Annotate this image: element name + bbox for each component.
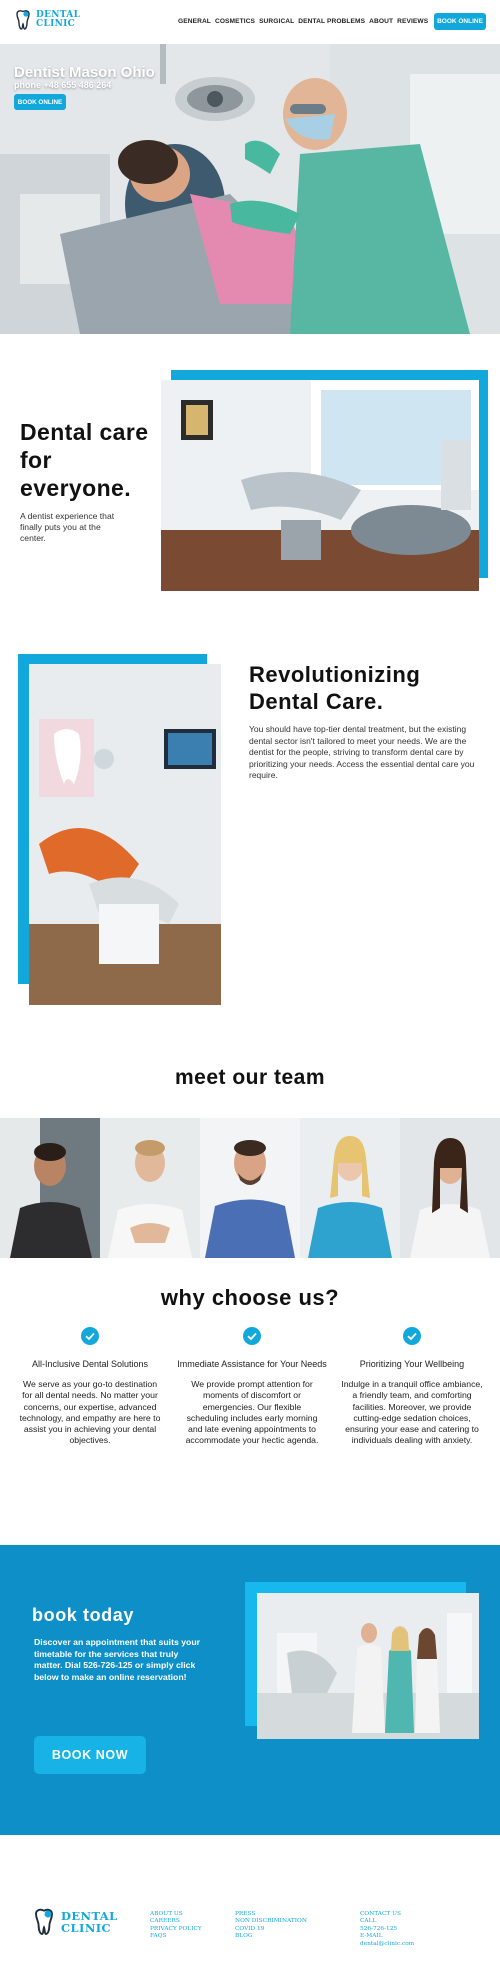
check-icon — [243, 1327, 261, 1345]
footer-link-press[interactable]: PRESS — [235, 1911, 307, 1918]
tooth-logo-icon — [35, 1908, 53, 1935]
header-book-online-button[interactable]: BOOK ONLINE — [434, 13, 486, 30]
why-item: Prioritizing Your Wellbeing Indulge in a… — [337, 1327, 487, 1447]
nav-cosmetics[interactable]: COSMETICS — [215, 18, 255, 25]
check-icon — [403, 1327, 421, 1345]
hero-phone: phone +48 655 486 264 — [14, 80, 112, 90]
revolution-title: Revolutionizing Dental Care. — [249, 662, 421, 714]
why-item-text: Indulge in a tranquil office ambiance, a… — [341, 1379, 483, 1446]
team-title: meet our team — [174, 1066, 326, 1089]
book-title: book today — [32, 1605, 135, 1625]
intro-title: Dental care for everyone. — [20, 419, 149, 501]
why-item-text: We serve as your go-to destination for a… — [19, 1379, 161, 1446]
book-section: book today Discover an appointment that … — [0, 1545, 500, 1835]
footer-link-blog[interactable]: BLOG — [235, 1933, 307, 1940]
book-now-button[interactable]: BOOK NOW — [34, 1736, 146, 1774]
footer-link-non-discrimination[interactable]: NON DISCRIMINATION — [235, 1918, 307, 1925]
site-header: DENTAL CLINIC GENERAL COSMETICS SURGICAL… — [0, 0, 500, 44]
tooth-logo-icon — [16, 10, 30, 30]
why-item-text: We provide prompt attention for moments … — [185, 1379, 319, 1446]
footer-links-col3: CONTACT US CALL 526-726-125 E-MAIL denta… — [360, 1911, 414, 1948]
hero-book-online-button[interactable]: BOOK ONLINE — [14, 94, 66, 110]
footer-link-covid-19[interactable]: COVID 19 — [235, 1926, 307, 1933]
footer-link-careers[interactable]: CAREERS — [150, 1918, 202, 1925]
hero-title: Dentist Mason Ohio — [14, 64, 155, 81]
footer-link-contact-us[interactable]: CONTACT US — [360, 1911, 414, 1918]
nav-dental-problems[interactable]: DENTAL PROBLEMS — [298, 18, 365, 25]
team-member-photo — [200, 1118, 300, 1258]
footer-email[interactable]: dental@clinic.com — [360, 1941, 414, 1948]
footer-link-about-us[interactable]: ABOUT US — [150, 1911, 202, 1918]
why-title: why choose us? — [160, 1285, 340, 1310]
revolution-clinic-image — [29, 664, 221, 1005]
why-item: All-Inclusive Dental Solutions We serve … — [15, 1327, 165, 1447]
team-member-photo — [300, 1118, 400, 1258]
team-member-photo — [400, 1118, 500, 1258]
hero-section: Dentist Mason Ohio phone +48 655 486 264… — [0, 44, 500, 334]
why-item-heading: All-Inclusive Dental Solutions — [31, 1359, 149, 1369]
site-footer: DENTAL CLINIC ABOUT US CAREERS PRIVACY P… — [0, 1835, 500, 1976]
footer-call-label: CALL — [360, 1918, 377, 1925]
footer-logo-line2: CLINIC — [61, 1921, 112, 1935]
team-member-photo — [0, 1118, 100, 1258]
footer-links-col2: PRESS NON DISCRIMINATION COVID 19 BLOG — [235, 1911, 307, 1941]
footer-link-privacy-policy[interactable]: PRIVACY POLICY — [150, 1926, 202, 1933]
logo-line2: CLINIC — [36, 19, 76, 29]
footer-link-faqs[interactable]: FAQS — [150, 1933, 202, 1940]
intro-text: A dentist experience that finally puts y… — [20, 511, 115, 543]
nav-reviews[interactable]: REVIEWS — [397, 18, 428, 25]
check-icon — [81, 1327, 99, 1345]
intro-clinic-image — [161, 380, 479, 591]
footer-logo[interactable]: DENTAL CLINIC — [32, 1908, 118, 1936]
footer-links-col1: ABOUT US CAREERS PRIVACY POLICY FAQS — [150, 1911, 202, 1941]
why-item: Immediate Assistance for Your Needs We p… — [177, 1327, 327, 1447]
why-item-heading: Immediate Assistance for Your Needs — [177, 1359, 327, 1369]
revolution-text: You should have top-tier dental treatmen… — [249, 724, 475, 780]
book-text: Discover an appointment that suits your … — [34, 1637, 201, 1682]
footer-phone[interactable]: 526-726-125 — [360, 1926, 414, 1933]
logo[interactable]: DENTAL CLINIC — [14, 10, 80, 30]
book-team-image — [257, 1593, 479, 1739]
nav-general[interactable]: GENERAL — [178, 18, 211, 25]
nav-surgical[interactable]: SURGICAL — [259, 18, 294, 25]
team-member-photo — [100, 1118, 200, 1258]
nav-about[interactable]: ABOUT — [369, 18, 393, 25]
footer-email-label: E-MAIL — [360, 1933, 383, 1940]
main-nav: GENERAL COSMETICS SURGICAL DENTAL PROBLE… — [178, 18, 428, 25]
why-item-heading: Prioritizing Your Wellbeing — [359, 1359, 465, 1369]
team-strip — [0, 1118, 500, 1258]
